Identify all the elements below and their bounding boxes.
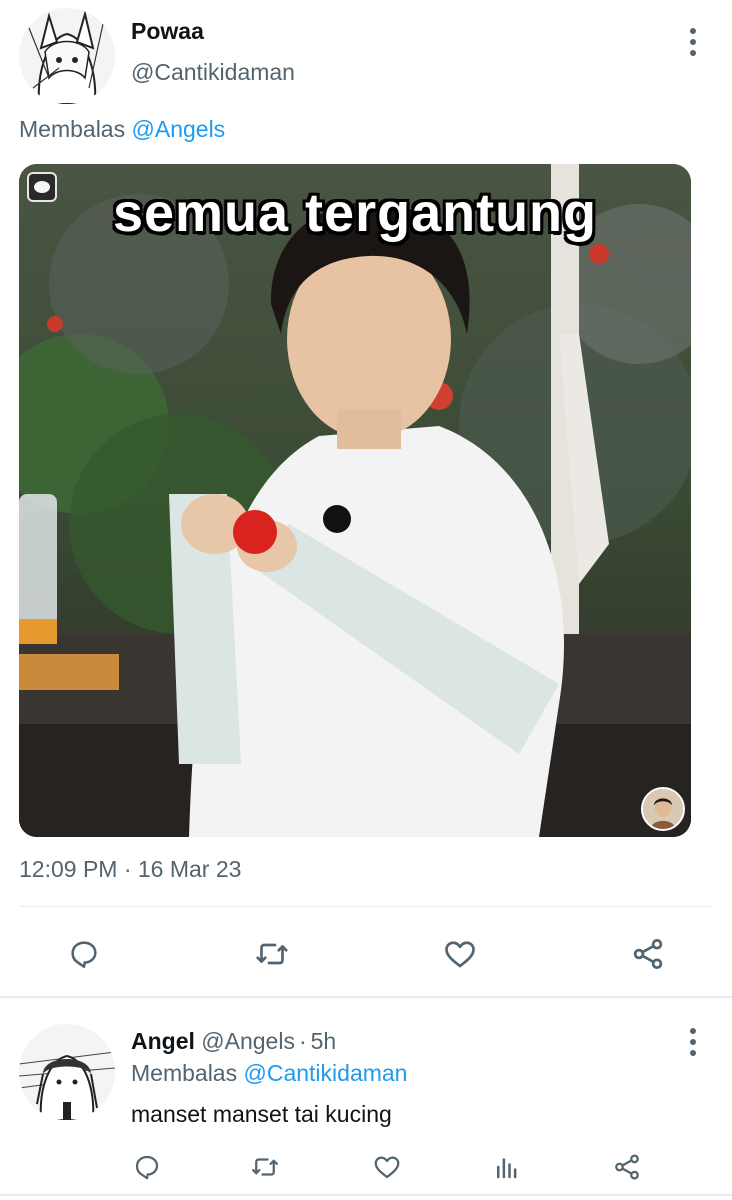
meme-caption-top: semua tergantung bbox=[112, 183, 598, 243]
meme-photo bbox=[19, 164, 691, 837]
share-button[interactable] bbox=[628, 934, 668, 974]
tweet-timestamp[interactable]: 12:09 PM · 16 Mar 23 bbox=[19, 856, 241, 883]
reply-header: Angel @Angels · 5h bbox=[131, 1028, 336, 1055]
reply-like-button[interactable] bbox=[370, 1150, 404, 1184]
tweet-media-image[interactable]: semua tergantung manset bbox=[19, 164, 691, 837]
reply-icon bbox=[71, 941, 97, 969]
reply-replying-to-label: Membalas bbox=[131, 1060, 238, 1086]
reply-retweet-button[interactable] bbox=[248, 1150, 282, 1184]
reply-button[interactable] bbox=[64, 934, 104, 974]
author-name[interactable]: Powaa bbox=[131, 18, 204, 45]
replying-to-mention[interactable]: @Angels bbox=[132, 116, 226, 142]
divider bbox=[19, 906, 713, 907]
share-icon bbox=[633, 939, 663, 969]
like-icon bbox=[445, 941, 475, 968]
author-avatar[interactable] bbox=[19, 8, 115, 104]
bottom-divider bbox=[0, 1194, 732, 1196]
analytics-icon bbox=[497, 1158, 517, 1179]
like-button[interactable] bbox=[440, 934, 480, 974]
replying-to: Membalas @Angels bbox=[19, 116, 225, 143]
more-options-icon[interactable] bbox=[683, 24, 703, 60]
reply-reply-button[interactable] bbox=[130, 1150, 164, 1184]
reply-author-handle[interactable]: @Angels bbox=[201, 1028, 295, 1054]
reply-analytics-button[interactable] bbox=[490, 1150, 524, 1184]
separator-dot: · bbox=[298, 1028, 307, 1054]
reply-author-name[interactable]: Angel bbox=[131, 1028, 195, 1054]
retweet-icon bbox=[252, 1158, 278, 1176]
reply-replying-to: Membalas @Cantikidaman bbox=[131, 1060, 407, 1087]
reply-replying-to-mention[interactable]: @Cantikidaman bbox=[244, 1060, 408, 1086]
replying-to-label: Membalas bbox=[19, 116, 126, 142]
retweet-icon bbox=[256, 943, 288, 965]
reply-more-options-icon[interactable] bbox=[683, 1024, 703, 1060]
corner-thumbnail-icon bbox=[641, 787, 685, 831]
reply-age[interactable]: 5h bbox=[311, 1028, 337, 1054]
section-divider bbox=[0, 996, 732, 998]
author-handle[interactable]: @Cantikidaman bbox=[131, 59, 295, 86]
reply-share-button[interactable] bbox=[610, 1150, 644, 1184]
reply-text: manset manset tai kucing bbox=[131, 1101, 392, 1127]
share-icon bbox=[615, 1154, 639, 1180]
retweet-button[interactable] bbox=[252, 934, 292, 974]
like-icon bbox=[374, 1156, 400, 1179]
reply-icon bbox=[135, 1155, 159, 1180]
reply-author-avatar[interactable] bbox=[19, 1024, 115, 1120]
